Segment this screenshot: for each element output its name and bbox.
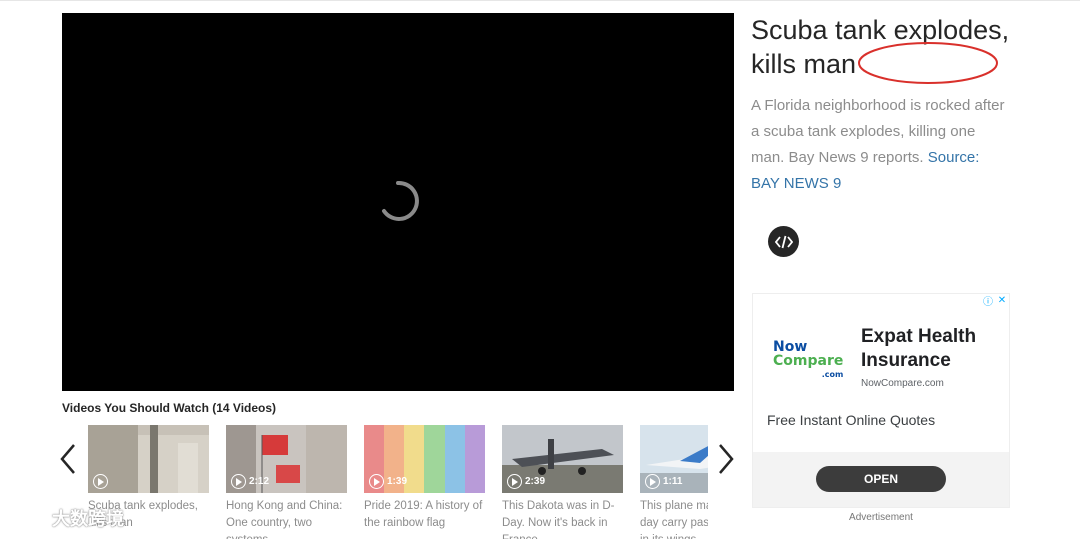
video-thumbnail[interactable] — [88, 425, 209, 493]
video-thumbnail[interactable]: 1:39 — [364, 425, 485, 493]
video-thumbnail[interactable]: 2:39 — [502, 425, 623, 493]
code-icon — [774, 235, 793, 248]
ad-body-text: Free Instant Online Quotes — [767, 412, 936, 428]
page-top-border — [0, 0, 1080, 1]
carousel-item[interactable]: 1:11 This plane may one day carry passen… — [640, 425, 708, 539]
play-icon — [369, 474, 384, 489]
watermark-logo-icon — [10, 508, 48, 527]
carousel-next-arrow-icon[interactable] — [716, 441, 736, 477]
ad-logo[interactable]: Now Compare .com — [773, 340, 843, 382]
embed-code-button[interactable] — [768, 226, 799, 257]
advertisement-label: Advertisement — [849, 512, 913, 523]
carousel-item[interactable]: 2:39 This Dakota was in D-Day. Now it's … — [502, 425, 623, 539]
ad-domain: NowCompare.com — [861, 378, 944, 389]
play-icon — [93, 474, 108, 489]
watermark: 大数跨境 — [8, 505, 124, 531]
carousel-item[interactable]: 2:12 Hong Kong and China: One country, t… — [226, 425, 347, 539]
ad-choices[interactable]: ⓘ ✕ — [982, 294, 1008, 308]
ad-title[interactable]: Expat Health Insurance — [861, 325, 1001, 373]
carousel-item-caption[interactable]: Hong Kong and China: One country, two sy… — [226, 498, 347, 539]
carousel-prev-arrow-icon[interactable] — [58, 441, 78, 477]
watermark-text: 大数跨境 — [52, 509, 124, 529]
advertisement[interactable]: ⓘ ✕ Now Compare .com Expat Health Insura… — [752, 293, 1010, 508]
loading-spinner-icon — [382, 180, 419, 221]
video-description: A Florida neighborhood is rocked after a… — [751, 93, 1006, 197]
ad-close-icon[interactable]: ✕ — [996, 294, 1008, 306]
carousel-item-caption[interactable]: This Dakota was in D-Day. Now it's back … — [502, 498, 623, 539]
play-icon — [645, 474, 660, 489]
ad-info-icon[interactable]: ⓘ — [982, 294, 994, 308]
video-carousel: Scuba tank explodes, kills man 2:12 Hong… — [88, 425, 708, 539]
video-player[interactable] — [62, 13, 734, 391]
ad-footer: OPEN — [753, 452, 1009, 507]
carousel-item-caption[interactable]: This plane may one day carry passengers … — [640, 498, 708, 539]
carousel-item-caption[interactable]: Pride 2019: A history of the rainbow fla… — [364, 498, 485, 532]
video-thumbnail[interactable]: 1:11 — [640, 425, 708, 493]
video-thumbnail[interactable]: 2:12 — [226, 425, 347, 493]
ad-open-button[interactable]: OPEN — [816, 466, 946, 492]
play-icon — [507, 474, 522, 489]
video-headline: Scuba tank explodes, kills man — [751, 15, 1010, 79]
carousel-item[interactable]: 1:39 Pride 2019: A history of the rainbo… — [364, 425, 485, 532]
carousel-title: Videos You Should Watch (14 Videos) — [62, 401, 277, 415]
play-icon — [231, 474, 246, 489]
